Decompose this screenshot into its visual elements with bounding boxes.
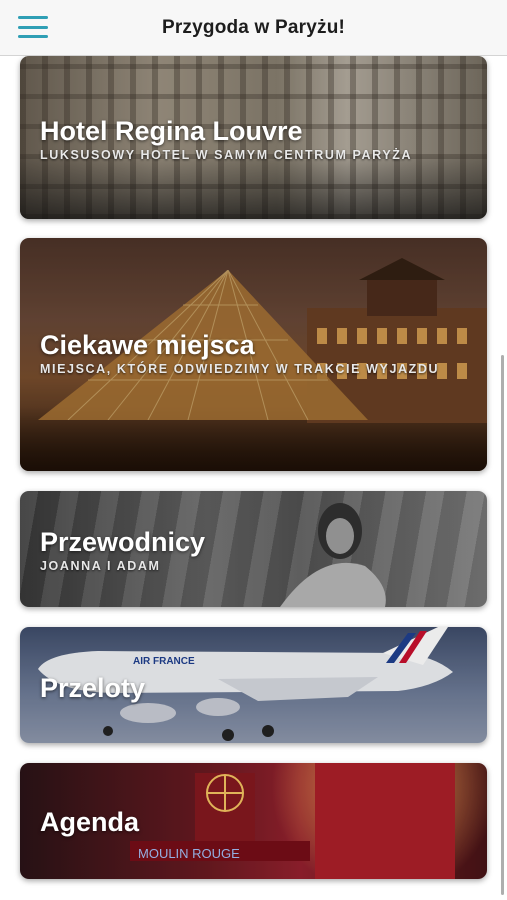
card-guides[interactable]: Przewodnicy JOANNA I ADAM (20, 491, 487, 607)
card-subtitle: JOANNA I ADAM (40, 559, 161, 573)
hamburger-menu-icon[interactable] (18, 16, 48, 38)
card-attractions[interactable]: Ciekawe miejsca MIEJSCA, KTÓRE ODWIEDZIM… (20, 238, 487, 471)
card-subtitle: LUKSUSOWY HOTEL W SAMYM CENTRUM PARYŻA (40, 148, 413, 162)
card-agenda[interactable]: MOULIN ROUGE Agenda (20, 763, 487, 879)
card-flights[interactable]: AIR FRANCE Przeloty (20, 627, 487, 743)
card-hotel[interactable]: Hotel Regina Louvre LUKSUSOWY HOTEL W SA… (20, 56, 487, 219)
page-title: Przygoda w Paryżu! (161, 16, 346, 38)
cards-list[interactable]: Hotel Regina Louvre LUKSUSOWY HOTEL W SA… (0, 55, 507, 900)
card-title: Przeloty (40, 673, 146, 703)
card-title: Hotel Regina Louvre (40, 116, 303, 146)
card-title: Przewodnicy (40, 527, 206, 557)
card-title: Ciekawe miejsca (40, 330, 255, 360)
card-title: Agenda (40, 807, 140, 837)
card-subtitle: MIEJSCA, KTÓRE ODWIEDZIMY W TRAKCIE WYJA… (40, 362, 440, 376)
app-screen: Przygoda w Paryżu! Hotel Regina Louvre L… (0, 0, 507, 900)
scrollbar[interactable] (501, 355, 504, 895)
app-header: Przygoda w Paryżu! (0, 0, 507, 56)
